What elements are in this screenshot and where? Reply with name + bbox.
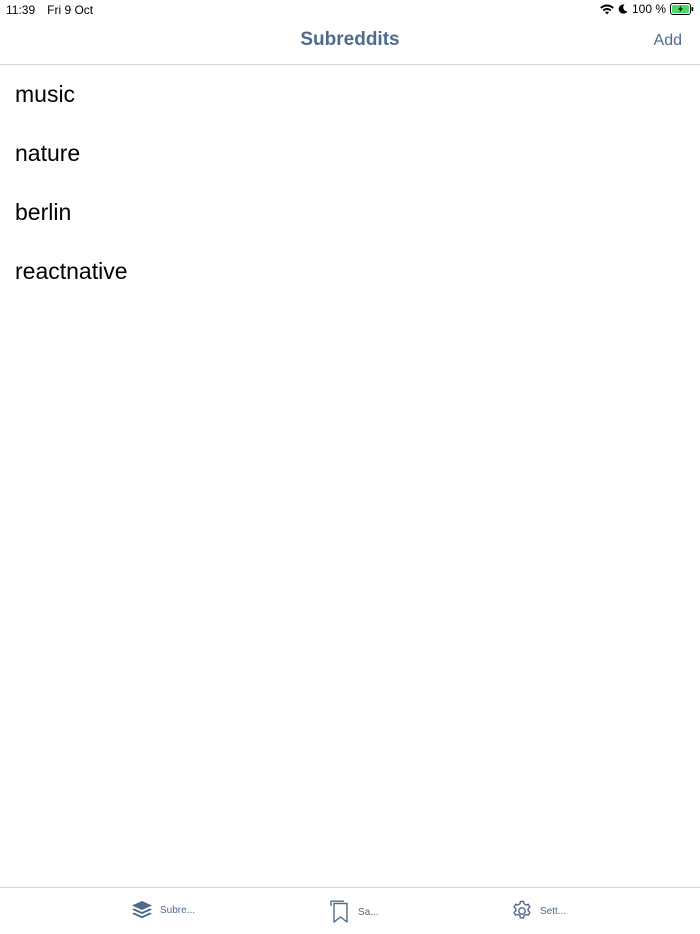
battery-percent: 100 % [631,2,666,16]
tab-label-subreddits: Subre... [160,904,196,916]
tab-subreddits[interactable]: Subre... [131,900,195,920]
battery-charging-icon [670,3,694,15]
subreddit-item-music[interactable]: music [0,65,700,124]
status-right: 100 % [600,2,694,16]
navigation-bar: Subreddits Add [0,20,700,65]
status-left: 11:39 Fri 9 Oct [6,3,93,17]
tab-saved[interactable]: Sa... [329,900,379,924]
tab-settings[interactable]: Sett... [511,900,566,922]
tab-label-saved: Sa... [358,906,379,918]
status-date: Fri 9 Oct [47,3,94,17]
moon-icon [618,4,628,14]
subreddit-item-berlin[interactable]: berlin [0,183,700,242]
bookmark-icon [330,900,348,923]
subreddit-item-reactnative[interactable]: reactnative [0,242,700,301]
wifi-icon [600,4,614,14]
subreddit-list: music nature berlin reactnative [0,65,700,301]
page-title: Subreddits [300,29,400,50]
add-button[interactable]: Add [654,32,682,50]
gear-icon [513,900,531,919]
subreddit-item-nature[interactable]: nature [0,124,700,183]
tab-bar: Subre... Sa... Sett... [0,887,700,934]
status-bar: 11:39 Fri 9 Oct 100 % [0,0,700,20]
layers-icon [132,901,152,919]
tab-label-settings: Sett... [540,905,567,917]
status-time: 11:39 [6,3,36,17]
